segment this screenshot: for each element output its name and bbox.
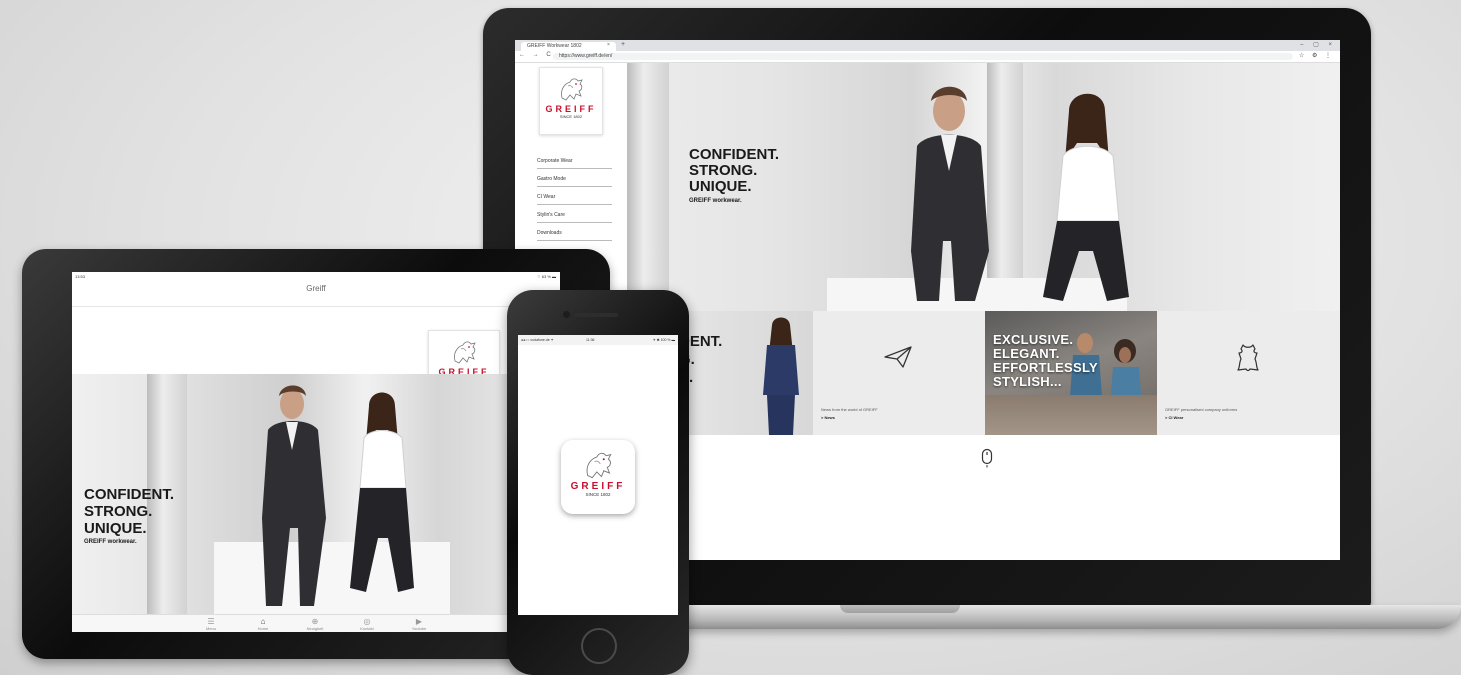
hero-tagline: CONFIDENT. STRONG. UNIQUE. GREIFF workwe… — [689, 146, 779, 205]
tab-news[interactable]: ⊕ Neuigkeit — [300, 617, 330, 631]
nav-buttons[interactable]: ← → C — [519, 52, 554, 58]
hero-models-image — [911, 86, 1129, 301]
tile-ci-caption: GREIFF personalised company uniforms — [1165, 407, 1238, 412]
tile-news-link[interactable]: > News — [821, 415, 835, 420]
browser-menu-icons[interactable]: ☆ ⚙ ⋮ — [1299, 52, 1334, 59]
tab-label: Kontakt — [360, 626, 374, 631]
hero-banner: CONFIDENT. STRONG. UNIQUE. GREIFF workwe… — [627, 63, 1340, 311]
sidebar-item-gastro-mode[interactable]: Gastro Mode — [537, 169, 612, 187]
greiff-logo[interactable]: GREIFF SINCE 1802 — [539, 67, 603, 135]
tab-label: Menu — [205, 626, 216, 631]
greiff-app-icon[interactable]: GREIFF SINCE 1802 — [561, 440, 635, 514]
tab-home[interactable]: ⌂ Home — [248, 617, 278, 631]
tile-table — [985, 395, 1157, 435]
phone-status-time: 11:36 — [586, 338, 595, 342]
tab-close-icon[interactable]: × — [607, 42, 610, 48]
plus-circle-icon: ⊕ — [311, 617, 319, 626]
browser-toolbar: ← → C https://www.greiff.de/en/ ☆ ⚙ ⋮ — [515, 51, 1340, 63]
griffin-icon — [586, 452, 612, 479]
menu-icon: ☰ — [207, 617, 215, 626]
tile-news-caption: News from the world of GREIFF — [821, 407, 878, 412]
phone-status-bar: ●●○○ vodafone.de ✦ 11:36 ✈ ✱ 100 % ▬ — [518, 335, 678, 345]
sidebar-item-ci-wear[interactable]: CI Wear — [537, 187, 612, 205]
mouse-scroll-icon[interactable] — [981, 448, 993, 468]
browser-tab[interactable]: GREIFF Workwear 1802 — [521, 42, 616, 51]
tablet-status-battery: ⌔ 63 % ▬ — [536, 274, 556, 279]
phone-status-carrier: ●●○○ vodafone.de ✦ — [521, 338, 554, 342]
address-bar[interactable]: https://www.greiff.de/en/ — [553, 53, 1293, 60]
tile-exclusive-text: EXCLUSIVE. ELEGANT. EFFORTLESSLY STYLISH… — [993, 332, 1098, 389]
logo-since: SINCE 1802 — [559, 114, 583, 119]
tab-menu[interactable]: ☰ Menu — [196, 617, 226, 631]
tablet-status-bar: 13:53 ⌔ 63 % ▬ — [72, 272, 560, 282]
phone-earpiece — [574, 313, 618, 317]
phone-status-battery: ✈ ✱ 100 % ▬ — [652, 338, 675, 342]
laptop-notch — [840, 605, 960, 613]
tablet-divider — [72, 306, 560, 307]
browser-tabbar: GREIFF Workwear 1802 × + – ▢ × — [515, 40, 1340, 51]
tile-ci-wear[interactable]: GREIFF personalised company uniforms > C… — [1157, 311, 1340, 435]
tab-youtube[interactable]: ▶ Youtube — [404, 617, 434, 631]
tablet-screen: 13:53 ⌔ 63 % ▬ Greiff GREIFF SINCE 1802 … — [72, 272, 560, 632]
paper-plane-icon — [884, 346, 912, 368]
new-tab-button[interactable]: + — [621, 41, 625, 48]
tablet-tab-bar: ☰ Menu ⌂ Home ⊕ Neuigkeit ◎ Kontakt ▶ Yo… — [72, 614, 560, 632]
sidebar-item-corporate-wear[interactable]: Corporate Wear — [537, 151, 612, 169]
sidebar-item-care[interactable]: Stylin's Care — [537, 205, 612, 223]
griffin-icon — [561, 78, 583, 101]
tile-ci-link[interactable]: > CI Wear — [1165, 415, 1183, 420]
griffin-icon — [454, 341, 476, 364]
tablet-models-image — [262, 385, 414, 606]
tab-label: Home — [257, 626, 269, 631]
youtube-icon: ▶ — [415, 617, 423, 626]
tab-contact[interactable]: ◎ Kontakt — [352, 617, 382, 631]
hero-pillar — [627, 63, 669, 311]
phone-screen: ●●○○ vodafone.de ✦ 11:36 ✈ ✱ 100 % ▬ GRE… — [518, 335, 678, 615]
tablet-hero-tagline: CONFIDENT. STRONG. UNIQUE. GREIFF workwe… — [84, 486, 174, 545]
leather-hide-icon — [1237, 344, 1259, 372]
tab-label: Neuigkeit — [306, 626, 324, 631]
phone-home-button[interactable] — [581, 628, 617, 664]
tile-model-image — [763, 317, 799, 435]
tile-exclusive[interactable]: EXCLUSIVE. ELEGANT. EFFORTLESSLY STYLISH… — [985, 311, 1157, 435]
tablet-hero: CONFIDENT. STRONG. UNIQUE. GREIFF workwe… — [72, 374, 560, 614]
app-icon-wordmark: GREIFF — [570, 481, 626, 492]
window-controls[interactable]: – ▢ × — [1300, 41, 1336, 48]
phone-camera — [563, 311, 570, 318]
sidebar-menu: Corporate Wear Gastro Mode CI Wear Styli… — [537, 151, 612, 241]
tablet-status-time: 13:53 — [75, 274, 86, 279]
tab-label: Youtube — [411, 626, 427, 631]
tablet-app-title: Greiff — [306, 284, 326, 293]
app-icon-since: SINCE 1802 — [585, 492, 611, 497]
contact-icon: ◎ — [363, 617, 371, 626]
sidebar-item-downloads[interactable]: Downloads — [537, 223, 612, 241]
logo-wordmark: GREIFF — [545, 104, 597, 114]
home-icon: ⌂ — [260, 617, 266, 626]
tile-news[interactable]: News from the world of GREIFF > News — [813, 311, 985, 435]
